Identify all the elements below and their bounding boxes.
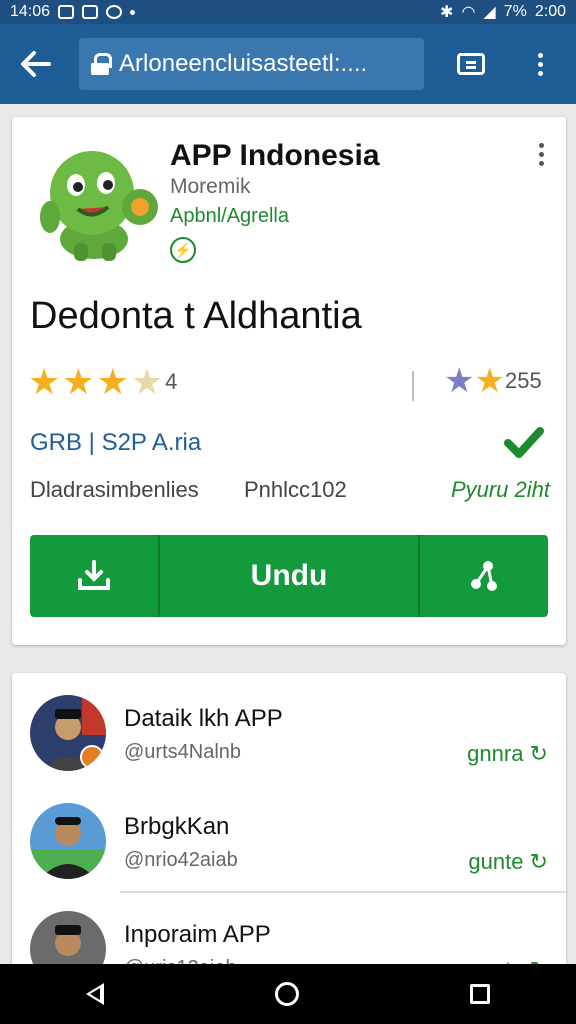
mail-notification-icon [58,5,75,19]
avatar [30,803,106,879]
download-icon [78,560,110,590]
avatar [30,695,106,771]
url-text: Arloneencluisasteetl:.... [119,50,368,77]
install-button-group: Undu [30,535,548,617]
back-arrow-icon[interactable] [14,42,57,86]
info-status: Pyuru 2iht [450,477,550,502]
url-bar[interactable]: Arloneencluisasteetl:.... [79,38,424,90]
info-version: Pnhlcc102 [244,477,347,502]
app-details-card: APP Indonesia Moremik Apbnl/Agrella ⚡ De… [12,117,566,645]
list-item-title: Inporaim APP [124,921,271,948]
list-item[interactable]: Dataik lkh APP @urts4Nalnb gnnra ↻ [12,693,566,803]
list-item-action[interactable]: gnnra ↻ [467,741,548,767]
browser-toolbar: Arloneencluisasteetl:.... [0,24,576,104]
check-icon [504,427,544,458]
list-item-action[interactable]: gunte ↻ [468,849,548,875]
status-bar: 14:06 ✱ ◠ ◢ 7% 2:00 [0,0,576,24]
list-item-title: Dataik lkh APP [124,705,283,732]
more-notifications-icon [130,9,136,15]
rating-count: 4 [165,369,178,394]
bluetooth-icon: ✱ [440,4,454,21]
wifi-icon: ◠ [461,4,476,21]
developer-link[interactable]: Apbnl/Agrella [170,205,289,228]
star-icon: ★ [474,362,505,400]
star-icon: ★ [96,361,129,402]
half-star-icon: ★ [130,361,164,402]
app-mascot-icon [40,151,158,261]
nav-back-icon[interactable] [85,983,104,1005]
app-meta[interactable]: GRB | S2P A.ria [30,429,201,457]
star-icon: ★ [28,361,61,402]
list-divider [120,891,566,893]
star-icon: ★ [444,362,475,400]
verified-badge-icon: ⚡ [170,237,196,263]
system-nav-bar [0,964,576,1024]
app-notification-icon [106,5,123,19]
rating-divider [412,371,414,401]
related-apps-card: Dataik lkh APP @urts4Nalnb gnnra ↻ Brbgk… [12,673,566,987]
review-count: 255 [504,368,542,393]
info-category: Dladrasimbenlies [30,477,199,502]
lock-icon [91,53,113,75]
list-item-subtitle: @urts4Nalnb [124,741,242,763]
star-icon: ★ [62,361,95,402]
install-button[interactable]: Undu [160,535,418,617]
signal-icon: ◢ [483,4,496,21]
list-item-title: BrbgkKan [124,813,230,840]
overflow-menu-icon[interactable] [519,42,562,86]
rating-stars: ★ ★ ★ ★ 4 [28,361,177,403]
app-title: APP Indonesia [170,139,380,172]
list-item[interactable]: BrbgkKan @nrio42aiab gunte ↻ [12,801,566,911]
share-icon [471,561,497,591]
card-menu-icon[interactable] [539,143,544,166]
nav-recents-icon[interactable] [470,984,491,1004]
nav-home-icon[interactable] [274,982,299,1006]
secondary-rating: ★ ★ 255 [444,361,542,401]
status-time-right: 2:00 [534,3,566,20]
list-item-subtitle: @nrio42aiab [124,849,238,871]
download-button[interactable] [30,535,160,617]
battery-level: 7% [503,3,527,20]
chat-icon[interactable] [450,42,493,86]
share-button[interactable] [418,535,548,617]
app-headline: Dedonta t Aldhantia [30,295,362,337]
status-time-left: 14:06 [10,3,51,20]
app-subtitle: Moremik [170,175,251,198]
image-notification-icon [82,5,99,19]
